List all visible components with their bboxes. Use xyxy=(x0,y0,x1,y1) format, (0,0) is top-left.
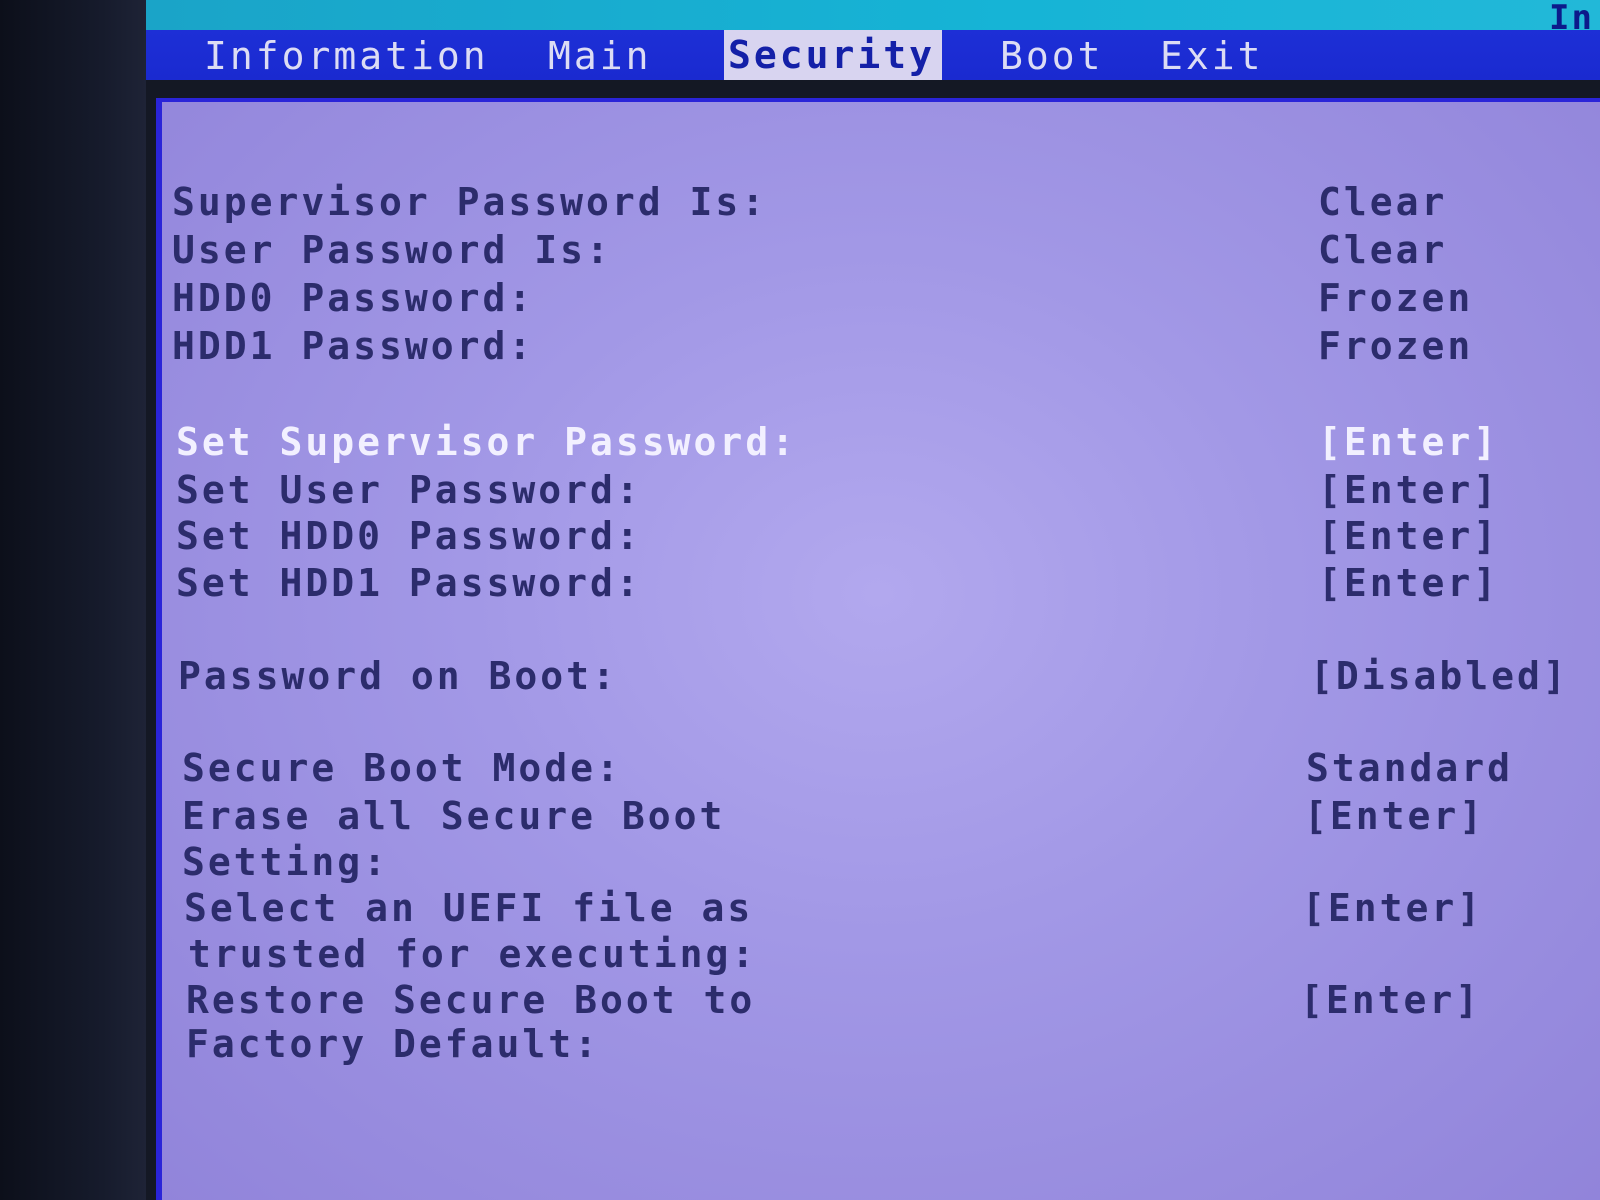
supervisor-password-status-label: Supervisor Password Is: xyxy=(172,180,768,224)
select-uefi-file-label-line2: trusted for executing: xyxy=(188,932,758,976)
erase-secure-boot-label-line2: Setting: xyxy=(182,840,390,884)
set-user-password-label: Set User Password: xyxy=(176,468,642,512)
erase-secure-boot-value: [Enter] xyxy=(1304,794,1486,838)
user-password-status-label: User Password Is: xyxy=(172,228,612,272)
tab-information[interactable]: Information xyxy=(200,34,493,78)
set-hdd0-password-value: [Enter] xyxy=(1318,514,1500,558)
monitor-bezel xyxy=(0,0,146,1200)
set-supervisor-password-label: Set Supervisor Password: xyxy=(176,420,798,464)
password-on-boot-value: [Disabled] xyxy=(1310,654,1569,698)
panel-border-top xyxy=(156,98,1600,102)
menu-bar: Information Main Security Boot Exit xyxy=(146,30,1600,80)
select-uefi-file-label-line1: Select an UEFI file as xyxy=(184,886,754,930)
secure-boot-mode-value: Standard xyxy=(1306,746,1514,790)
password-on-boot-label: Password on Boot: xyxy=(178,654,618,698)
restore-secure-boot-value: [Enter] xyxy=(1300,978,1482,1022)
set-hdd1-password-value: [Enter] xyxy=(1318,561,1500,605)
restore-secure-boot-label-line1: Restore Secure Boot to xyxy=(186,978,756,1022)
hdd1-password-status-label: HDD1 Password: xyxy=(172,324,535,368)
title-strip: In xyxy=(146,0,1600,38)
hdd1-password-status-value: Frozen xyxy=(1318,324,1474,368)
tab-main[interactable]: Main xyxy=(544,34,656,78)
set-hdd0-password-label: Set HDD0 Password: xyxy=(176,514,642,558)
set-hdd1-password-label: Set HDD1 Password: xyxy=(176,561,642,605)
restore-secure-boot-label-line2: Factory Default: xyxy=(186,1022,601,1066)
hdd0-password-status-label: HDD0 Password: xyxy=(172,276,535,320)
select-uefi-file-value: [Enter] xyxy=(1302,886,1484,930)
panel-border-left xyxy=(156,98,162,1200)
bios-screen: In Information Main Security Boot Exit S… xyxy=(0,0,1600,1200)
hdd0-password-status-value: Frozen xyxy=(1318,276,1474,320)
tab-exit[interactable]: Exit xyxy=(1156,34,1268,78)
user-password-status-value: Clear xyxy=(1318,228,1448,272)
secure-boot-mode-label: Secure Boot Mode: xyxy=(182,746,622,790)
tab-security[interactable]: Security xyxy=(724,30,942,80)
set-supervisor-password-value: [Enter] xyxy=(1318,420,1500,464)
supervisor-password-status-value: Clear xyxy=(1318,180,1448,224)
tab-boot[interactable]: Boot xyxy=(996,34,1108,78)
set-user-password-value: [Enter] xyxy=(1318,468,1500,512)
erase-secure-boot-label-line1: Erase all Secure Boot xyxy=(182,794,726,838)
